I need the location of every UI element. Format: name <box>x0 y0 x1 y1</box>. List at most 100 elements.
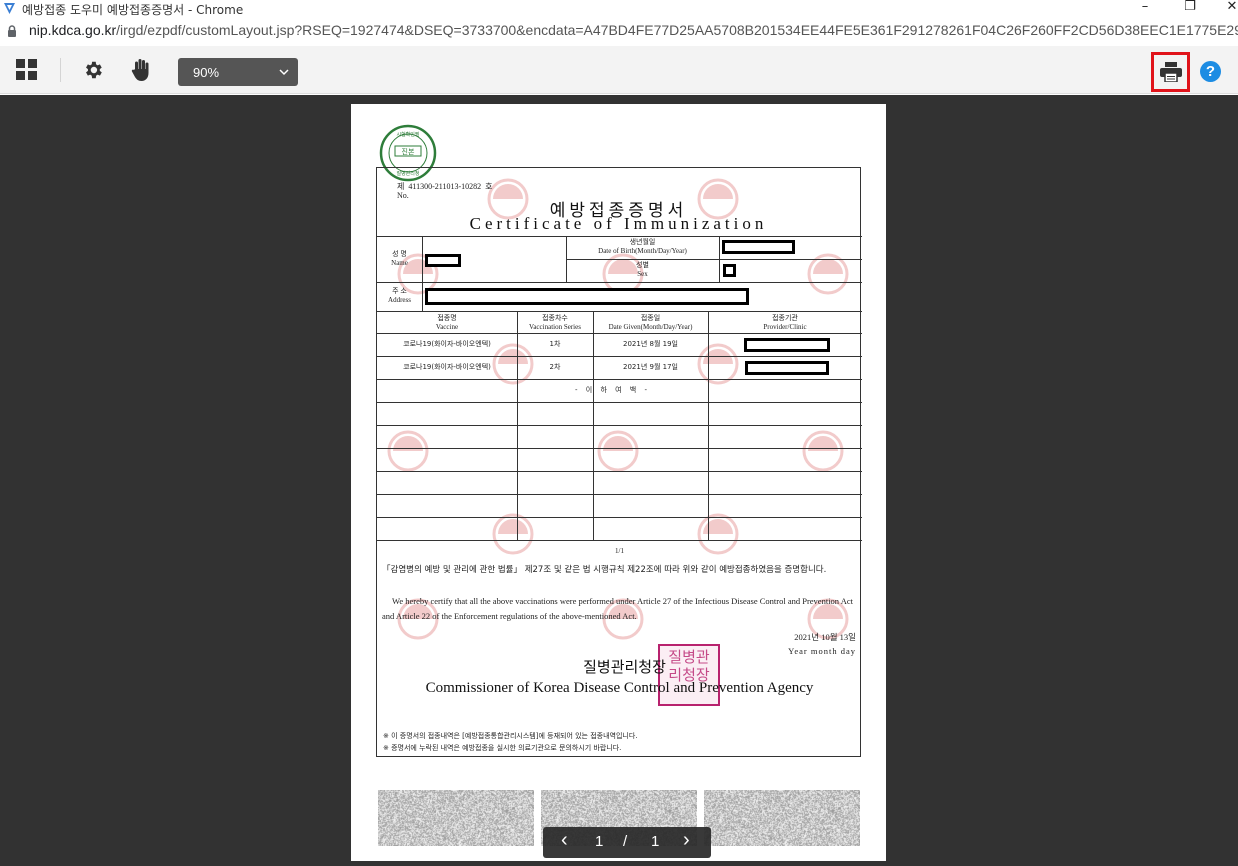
address-label-ko: 주 소 <box>392 287 407 295</box>
col-provider-ko: 접종기관 <box>772 314 798 322</box>
note-2: ※ 증명서에 누락된 내역은 예방접종을 실시한 의료기관으로 문의하시기 바랍… <box>383 744 622 752</box>
print-button[interactable] <box>1151 52 1190 92</box>
col-date-header: 접종일 Date Given(Month/Day/Year) <box>593 314 708 332</box>
col-vaccine-ko: 접종명 <box>437 314 457 322</box>
minimize-button[interactable]: – <box>1135 0 1155 16</box>
total-pages: 1 <box>651 833 660 850</box>
restore-button[interactable]: ❐ <box>1180 0 1200 16</box>
table-line <box>377 379 862 380</box>
col-provider-header: 접종기관 Provider/Clinic <box>708 314 862 332</box>
watermark-emblem-icon <box>387 430 429 472</box>
gear-icon[interactable] <box>82 59 104 81</box>
table-line <box>377 282 862 283</box>
row1-date: 2021년 8월 19일 <box>623 340 678 348</box>
window-title-bar: 예방접종 도우미 예방접종증명서 - Chrome – ❐ ✕ <box>0 0 1238 18</box>
issue-date: 2021년 10월 13일 <box>794 632 856 642</box>
table-line <box>377 236 862 237</box>
row2-date: 2021년 9월 17일 <box>623 363 678 371</box>
col-provider-en: Provider/Clinic <box>763 323 807 331</box>
cert-no-value: 411300-211013-10282 <box>408 182 482 191</box>
security-pattern-texture <box>704 790 860 846</box>
row1-vaccine: 코로나19(화이자-바이오엔텍) <box>403 340 491 348</box>
table-line <box>377 425 862 426</box>
security-pattern <box>378 790 534 846</box>
redacted-name <box>425 254 461 267</box>
zoom-select[interactable]: 90% <box>178 58 298 86</box>
col-date-en: Date Given(Month/Day/Year) <box>608 323 693 331</box>
col-date-ko: 접종일 <box>640 314 661 322</box>
stamp-mid-text: 진본 <box>402 147 415 156</box>
statement-english: We hereby certify that all the above vac… <box>382 596 853 621</box>
name-label: 성 명 Name <box>377 250 422 268</box>
table-line <box>377 540 862 541</box>
table-line <box>377 402 862 403</box>
col-series-en: Vaccination Series <box>529 323 581 331</box>
printer-icon <box>1160 62 1182 82</box>
hand-pan-icon[interactable] <box>131 58 151 82</box>
redacted-sex <box>723 264 736 277</box>
page-navigator: ‹ 1 / 1 › <box>543 827 711 858</box>
row2-vaccine: 코로나19(화이자-바이오엔텍) <box>403 363 491 371</box>
table-line <box>708 311 709 540</box>
col-series-ko: 접종차수 <box>542 314 568 322</box>
address-label: 주 소 Address <box>377 287 422 305</box>
signer-english: Commissioner of Korea Disease Control an… <box>425 680 814 696</box>
certificate-number: 제 411300-211013-10282 호 <box>397 181 492 192</box>
col-vaccine-en: Vaccine <box>435 323 459 331</box>
dob-label: 생년월일 Date of Birth(Month/Day/Year) <box>566 238 719 256</box>
address-label-en: Address <box>388 296 411 304</box>
title-english: Certificate of Immunization <box>469 214 768 233</box>
table-line <box>377 448 862 449</box>
url-host: nip.kdca.go.kr <box>29 22 117 38</box>
help-button[interactable]: ? <box>1200 61 1221 82</box>
signer-korean: 질병관리청장 <box>583 658 666 676</box>
col-vaccine-header: 접종명 Vaccine <box>377 314 517 332</box>
url-text[interactable]: nip.kdca.go.kr/irgd/ezpdf/customLayout.j… <box>29 22 1238 38</box>
name-label-en: Name <box>391 259 408 267</box>
url-path: /irgd/ezpdf/customLayout.jsp?RSEQ=192747… <box>116 22 1238 38</box>
security-pattern-texture <box>378 790 534 846</box>
certificate: 제 411300-211013-10282 호 No. 예방접종증명서 Cert… <box>376 167 862 757</box>
watermark-emblem-icon <box>802 430 844 472</box>
window-title: 예방접종 도우미 예방접종증명서 - Chrome <box>22 3 244 17</box>
dob-label-en: Date of Birth(Month/Day/Year) <box>598 247 687 255</box>
note-1: ※ 이 증명서의 접종내역은 [예방접종통합관리시스템]에 등재되어 있는 접종… <box>383 732 638 740</box>
row2-series: 2차 <box>549 363 561 371</box>
chevron-down-icon <box>279 65 289 80</box>
table-line <box>377 356 862 357</box>
stamp-top-text: 시험확인필 <box>396 131 419 138</box>
table-line <box>719 236 720 282</box>
next-page-button[interactable]: › <box>683 829 690 852</box>
lock-icon <box>8 25 16 37</box>
close-button[interactable]: ✕ <box>1222 0 1238 16</box>
table-line <box>377 517 862 518</box>
redacted-dob <box>722 240 795 254</box>
watermark-emblem-icon <box>597 430 639 472</box>
page-separator: / <box>623 833 628 850</box>
col-series-header: 접종차수 Vaccination Series <box>517 314 593 332</box>
security-pattern <box>704 790 860 846</box>
address-bar[interactable]: nip.kdca.go.kr/irgd/ezpdf/customLayout.j… <box>0 18 1238 46</box>
table-line <box>377 471 862 472</box>
cert-no-prefix: 제 <box>397 182 405 191</box>
sex-label: 성별 Sex <box>566 261 719 279</box>
toolbar-divider <box>60 58 61 82</box>
dob-label-ko: 생년월일 <box>629 238 656 246</box>
cert-no-suffix: 호 <box>485 182 493 191</box>
current-page[interactable]: 1 <box>595 833 603 850</box>
blank-below-marker: - 이 하 여 백 - <box>575 386 650 394</box>
shield-icon <box>4 3 15 14</box>
document-viewer[interactable]: 진본 시험확인필 질병관리청 제 411300-211013-10282 호 N… <box>0 95 1238 866</box>
redacted-address <box>425 288 749 305</box>
zoom-value: 90% <box>193 65 220 80</box>
table-line <box>566 259 862 260</box>
redacted-provider <box>744 338 830 352</box>
sex-label-ko: 성별 <box>636 261 649 269</box>
table-line <box>377 333 862 334</box>
name-label-ko: 성 명 <box>392 250 407 258</box>
prev-page-button[interactable]: ‹ <box>561 829 568 852</box>
redacted-provider <box>745 361 829 375</box>
statement-korean: 「감염병의 예방 및 관리에 관한 법률」 제27조 및 같은 법 시행규칙 제… <box>382 565 827 575</box>
thumbnails-grid-icon[interactable] <box>16 59 38 81</box>
viewer-toolbar: 90% ? <box>0 46 1238 94</box>
